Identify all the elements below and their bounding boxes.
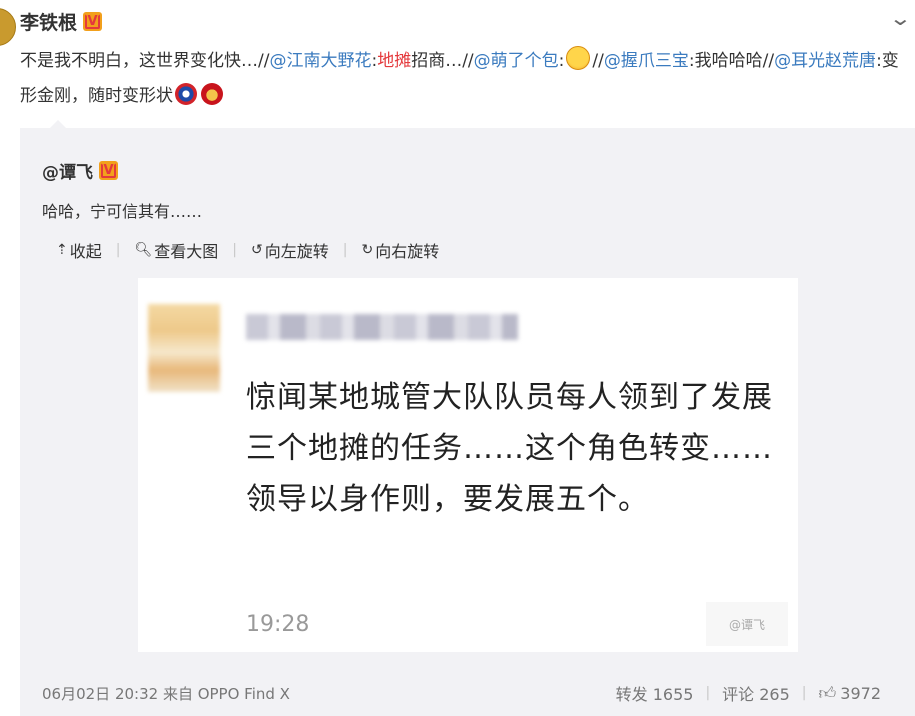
rotate-left-icon: ↺ (250, 242, 263, 258)
view-large-button[interactable]: 🔍︎ 查看大图 (134, 238, 218, 262)
post-meta[interactable]: 06月02日 20:32 来自 OPPO Find X (42, 683, 290, 704)
image-toolbar: ⇡ 收起 | 🔍︎ 查看大图 | ↺ 向左旋转 | ↻ 向右旋转 (56, 238, 439, 262)
emoji-iron-icon (201, 83, 223, 105)
post-text-segment: 招商…// (411, 51, 474, 71)
thumbs-up-icon: 👍︎ (818, 683, 837, 704)
mention-link[interactable]: @耳光赵荒唐 (774, 51, 876, 71)
mention-link[interactable]: @萌了个包 (474, 51, 559, 71)
comment-button[interactable]: 评论 265 (722, 681, 790, 705)
stats-divider: | (801, 685, 807, 701)
post-text: 不是我不明白，这世界变化快…//@江南大野花:地摊招商…//@萌了个包://@握… (20, 44, 900, 114)
verified-badge-icon: V (99, 161, 118, 180)
repost-card: @谭飞 V 哈哈，宁可信其有…… ⇡ 收起 | 🔍︎ 查看大图 | ↺ 向左旋转… (20, 128, 915, 716)
view-large-label: 查看大图 (154, 242, 219, 261)
toolbar-divider: | (342, 242, 348, 258)
repost-text: 哈哈，宁可信其有…… (42, 202, 203, 221)
like-button[interactable]: 👍︎ 3972 (819, 683, 881, 704)
post-text-segment: // (592, 51, 604, 71)
rotate-right-label: 向右旋转 (375, 242, 440, 261)
author-name[interactable]: 李铁根 (20, 8, 77, 35)
repost-stats: 转发 1655 | 评论 265 | 👍︎ 3972 (616, 681, 881, 705)
rotate-left-label: 向左旋转 (264, 242, 329, 261)
post-text-segment: : (558, 51, 565, 71)
chevron-down-icon[interactable]: ⌄ (889, 6, 912, 30)
rotate-left-button[interactable]: ↺ 向左旋转 (251, 238, 329, 262)
forward-button[interactable]: 转发 1655 (616, 681, 694, 705)
mention-link[interactable]: @握爪三宝 (604, 51, 689, 71)
collapse-label: 收起 (69, 242, 102, 261)
magnifier-icon: 🔍︎ (134, 242, 153, 258)
toolbar-divider: | (115, 242, 121, 258)
stats-divider: | (705, 685, 711, 701)
emoji-cap-icon (175, 83, 197, 105)
emoji-laugh-icon (566, 46, 591, 70)
rotate-right-icon: ↻ (361, 242, 374, 258)
image-watermark: @谭飞 (706, 602, 788, 646)
collapse-icon: ⇡ (56, 242, 68, 258)
post-author[interactable]: 李铁根 V (20, 8, 103, 35)
post-text-segment: 不是我不明白，这世界变化快…// (20, 51, 270, 71)
blurred-avatar (148, 304, 220, 392)
repost-author-name[interactable]: @谭飞 (42, 158, 93, 183)
repost-caret (50, 120, 66, 128)
image-message: 惊闻某地城管大队队员每人领到了发展三个地摊的任务……这个角色转变……领导以身作则… (246, 380, 773, 517)
attached-image[interactable]: 惊闻某地城管大队队员每人领到了发展三个地摊的任务……这个角色转变……领导以身作则… (138, 278, 798, 652)
like-count: 3972 (840, 683, 881, 703)
mention-link[interactable]: @江南大野花 (269, 51, 371, 71)
topic-link[interactable]: 地摊 (377, 51, 411, 71)
rotate-right-button[interactable]: ↻ 向右旋转 (361, 238, 439, 262)
blurred-username (246, 314, 518, 340)
post-text-segment: :我哈哈哈// (688, 51, 775, 71)
avatar[interactable] (0, 8, 16, 46)
collapse-button[interactable]: ⇡ 收起 (56, 238, 102, 262)
toolbar-divider: | (232, 242, 237, 258)
image-timestamp: 19:28 (246, 612, 310, 637)
verified-badge-icon: V (83, 12, 103, 31)
repost-author[interactable]: @谭飞 V (42, 158, 118, 183)
